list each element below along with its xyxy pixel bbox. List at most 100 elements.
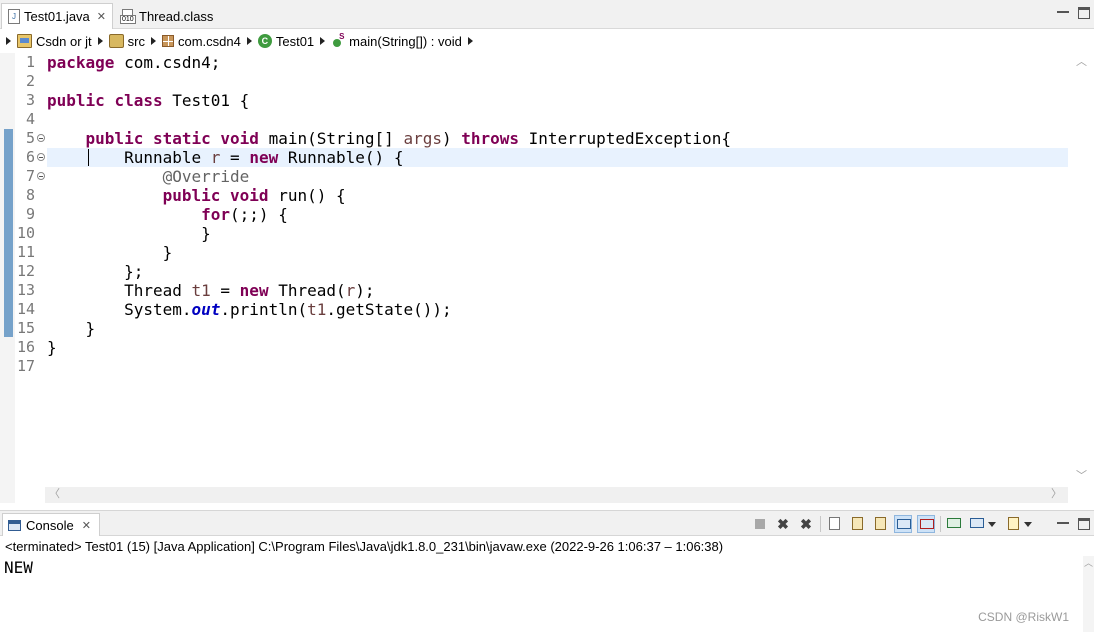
tab-thread-class[interactable]: 010 Thread.class (114, 3, 224, 29)
maximize-icon[interactable] (1078, 518, 1090, 530)
breadcrumb-arrow-icon[interactable] (97, 37, 103, 45)
minimize-icon[interactable] (1057, 7, 1069, 13)
breadcrumb-item-src[interactable]: src (108, 34, 145, 49)
code-line[interactable]: @Override (47, 167, 1068, 186)
code-line[interactable]: Runnable r = new Runnable() { (47, 148, 1068, 167)
display-selected-console-icon[interactable] (968, 515, 986, 533)
line-number: 16 (16, 338, 35, 356)
console-output-text: NEW (4, 558, 33, 577)
minimize-icon[interactable] (1057, 518, 1069, 524)
breadcrumb-item-package[interactable]: com.csdn4 (161, 33, 241, 49)
code-token: throws (461, 129, 520, 148)
code-token: Thread( (268, 281, 346, 300)
tab-label: Test01.java (24, 9, 90, 24)
breadcrumb-label: com.csdn4 (177, 33, 241, 49)
quick-diff-change-bar (4, 129, 13, 337)
code-token: ) (441, 129, 462, 148)
code-line[interactable]: } (47, 319, 1068, 338)
code-token: public (162, 186, 221, 205)
code-token: new (239, 281, 269, 300)
code-line[interactable]: public void run() { (47, 186, 1068, 205)
line-number: 6 (25, 148, 35, 166)
tab-test01-java[interactable]: J Test01.java ✕ (1, 3, 113, 29)
code-token: .getState()); (326, 300, 452, 319)
fold-collapse-icon[interactable] (37, 153, 45, 161)
breadcrumb-arrow-icon[interactable] (246, 37, 252, 45)
code-token: class (114, 91, 163, 110)
show-on-stderr-icon[interactable] (917, 515, 935, 533)
vertical-ruler[interactable] (0, 53, 15, 503)
code-line[interactable]: }; (47, 262, 1068, 281)
scroll-up-icon[interactable]: ︿ (1084, 558, 1093, 569)
breadcrumb-arrow-icon[interactable] (467, 37, 473, 45)
code-token: @Override (162, 167, 250, 186)
code-line[interactable]: for(;;) { (47, 205, 1068, 224)
chevron-down-icon[interactable] (988, 521, 996, 527)
breadcrumb-item-method[interactable]: S main(String[]) : void (331, 32, 462, 49)
code-token: args (403, 129, 442, 148)
code-line[interactable]: Thread t1 = new Thread(r); (47, 281, 1068, 300)
remove-all-launches-icon[interactable]: ✖ (797, 515, 815, 533)
terminate-icon[interactable] (751, 515, 769, 533)
code-line[interactable]: public static void main(String[] args) t… (47, 129, 1068, 148)
code-token: r (345, 281, 356, 300)
code-line[interactable]: System.out.println(t1.getState()); (47, 300, 1068, 319)
fold-collapse-icon[interactable] (37, 134, 45, 142)
code-token: (;;) { (230, 205, 288, 224)
code-token: for (201, 205, 231, 224)
line-number: 3 (25, 91, 35, 109)
project-icon (17, 34, 32, 48)
line-number: 11 (16, 243, 35, 261)
line-number: 15 (16, 319, 35, 337)
code-line[interactable]: } (47, 338, 1068, 357)
code-line[interactable]: package com.csdn4; (47, 53, 1068, 72)
code-token: Thread (47, 281, 192, 300)
code-line[interactable] (47, 72, 1068, 91)
breadcrumb-label: Test01 (275, 33, 315, 49)
code-token: new (249, 148, 279, 167)
breadcrumb-arrow-icon[interactable] (320, 37, 326, 45)
scroll-up-icon[interactable]: ︿ (1076, 57, 1087, 68)
word-wrap-icon[interactable] (871, 515, 889, 533)
editor-vertical-scrollbar[interactable]: ︿ ﹀ (1068, 53, 1094, 487)
maximize-icon[interactable] (1078, 7, 1090, 19)
breadcrumb-item-project[interactable]: Csdn or jt (17, 34, 92, 49)
chevron-down-icon[interactable] (1024, 521, 1032, 527)
code-line[interactable] (47, 357, 1068, 376)
editor-tab-bar: J Test01.java ✕ 010 Thread.class (0, 0, 1094, 29)
code-area[interactable]: package com.csdn4; public class Test01 { … (47, 53, 1068, 487)
remove-launch-icon[interactable]: ✖ (774, 515, 792, 533)
console-output-area[interactable]: NEW CSDN @RiskW1 (0, 556, 1083, 632)
scroll-down-icon[interactable]: ﹀ (1076, 471, 1087, 482)
line-number: 13 (16, 281, 35, 299)
code-editor[interactable]: 1 2 3 4 5 6 7 8 9 10 11 12 13 14 15 16 17 package com.cs… (0, 53, 1094, 503)
breadcrumb: Csdn or jt src com.csdn4 C Test01 S main… (0, 29, 1094, 53)
code-line[interactable]: } (47, 243, 1068, 262)
fold-collapse-icon[interactable] (37, 172, 45, 180)
open-console-icon[interactable] (1004, 515, 1022, 533)
breadcrumb-arrow-icon[interactable] (6, 37, 11, 45)
show-on-stdout-icon[interactable] (894, 515, 912, 533)
code-line[interactable] (47, 110, 1068, 129)
code-line[interactable]: } (47, 224, 1068, 243)
scroll-lock-icon[interactable] (848, 515, 866, 533)
code-token: t1 (191, 281, 211, 300)
close-icon[interactable]: ✕ (82, 519, 91, 532)
code-line[interactable]: public class Test01 { (47, 91, 1068, 110)
line-number: 2 (25, 72, 35, 90)
pin-console-icon[interactable] (945, 515, 963, 533)
code-token: } (47, 338, 57, 357)
tab-console[interactable]: Console ✕ (2, 513, 100, 536)
console-vertical-scrollbar[interactable]: ︿ (1083, 556, 1094, 632)
close-icon[interactable]: ✕ (97, 10, 106, 23)
clear-console-icon[interactable] (825, 515, 843, 533)
line-number: 4 (25, 110, 35, 128)
breadcrumb-arrow-icon[interactable] (150, 37, 156, 45)
breadcrumb-item-class[interactable]: C Test01 (257, 33, 315, 49)
scroll-left-icon[interactable]: 〈 (49, 489, 60, 500)
scroll-right-icon[interactable]: 〉 (1051, 489, 1062, 500)
editor-horizontal-scrollbar[interactable]: 〈 〉 (45, 487, 1068, 503)
